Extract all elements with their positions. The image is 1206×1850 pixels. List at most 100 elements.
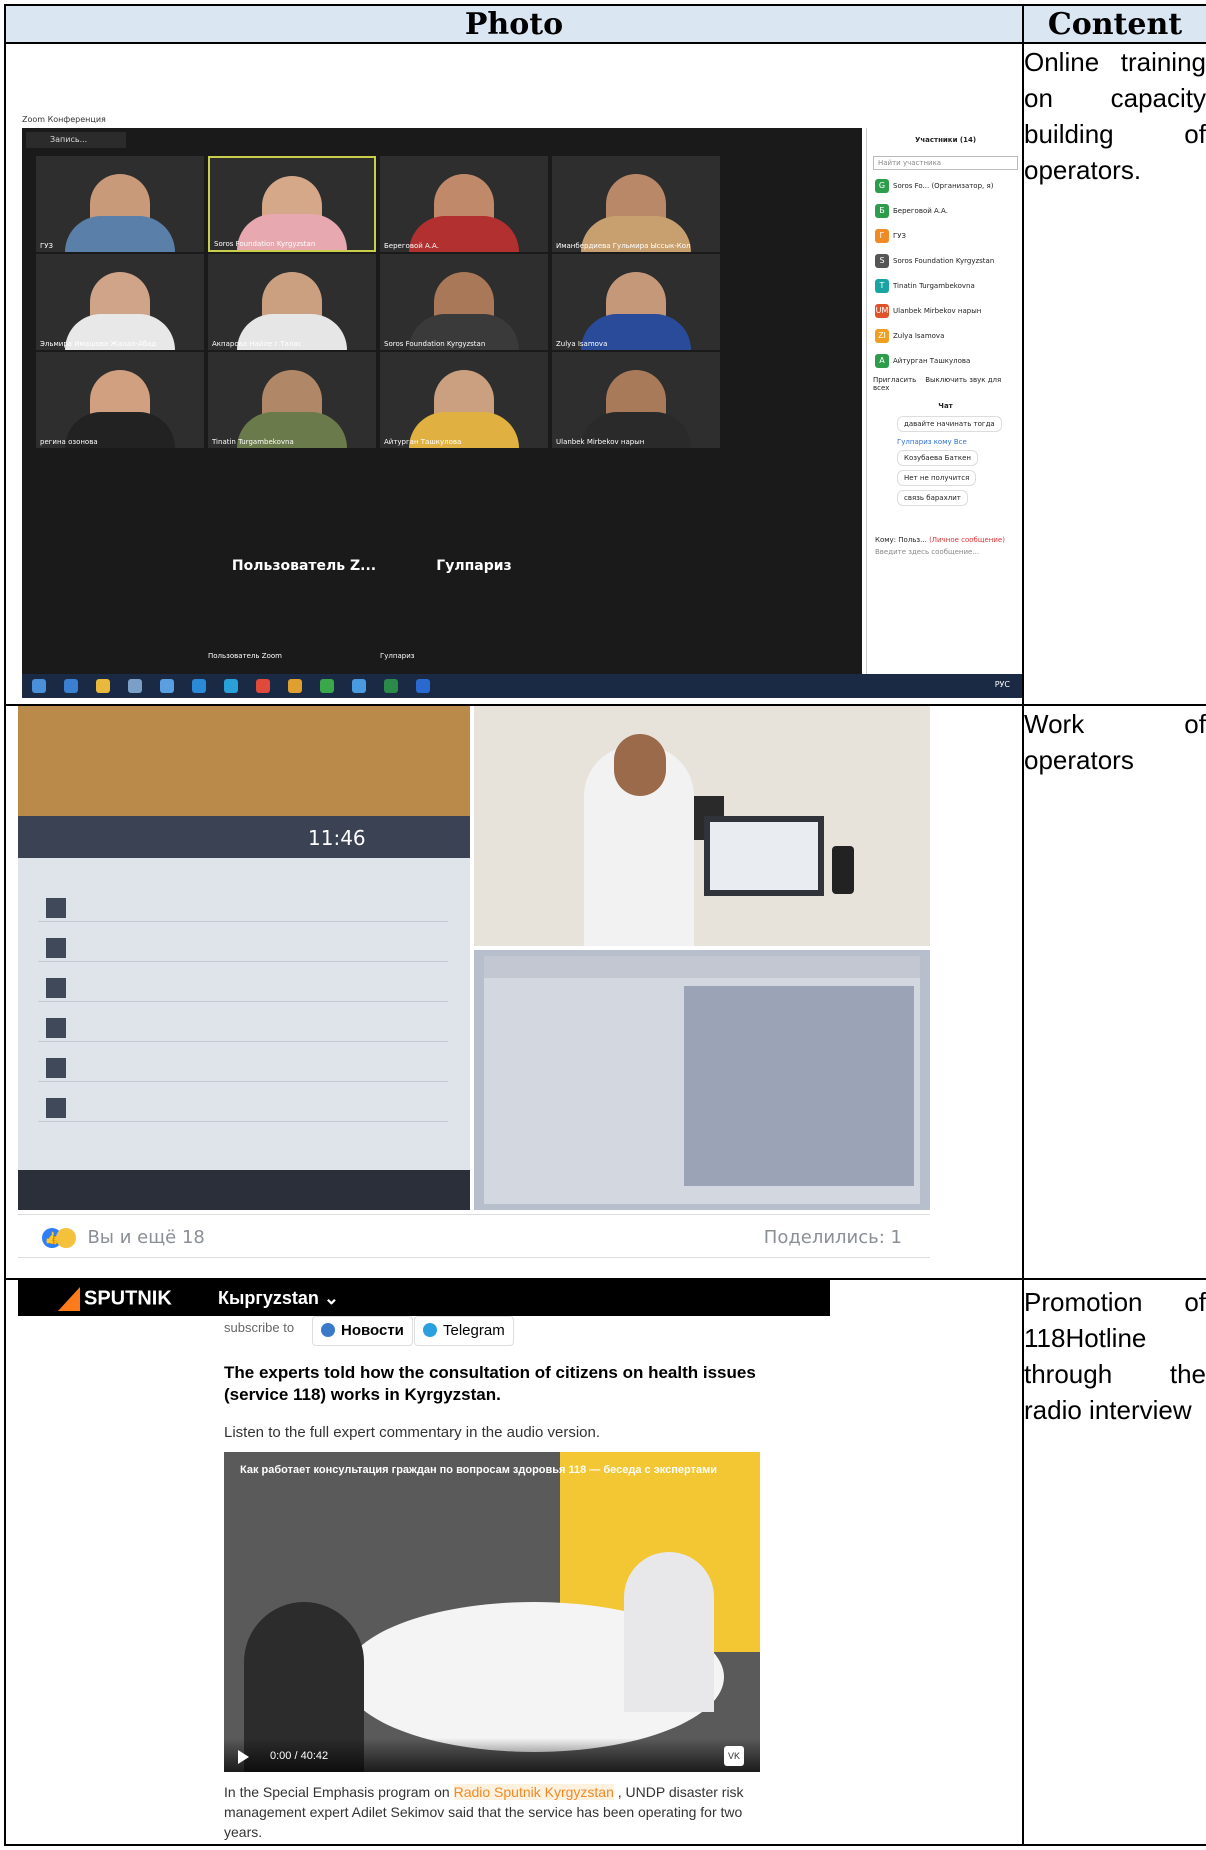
participant-name: Zulya Isamova <box>893 332 945 340</box>
participant-list: G Soros Fo... (Организатор, я) Б Береговой … <box>867 174 1022 374</box>
photo-cell-operators: 11:46 👍 Вы и ещё 18 Поделились: 1 <box>4 704 1024 1280</box>
tile-name: Береговой А.А. <box>384 242 440 250</box>
app-icon[interactable] <box>256 679 270 693</box>
video-tile[interactable]: Эльмира Имашова Жалал-Абад <box>36 254 204 350</box>
language-indicator: РУС <box>994 680 1010 689</box>
chrome-icon[interactable] <box>288 679 302 693</box>
video-controls: 0:00 / 40:42 VK <box>224 1738 760 1772</box>
avatar: ZI <box>875 329 889 343</box>
participant-search-input[interactable]: Найти участника <box>873 156 1018 170</box>
sputnik-header: SPUTNIK Кыргyzstan ⌄ <box>18 1280 830 1316</box>
tile-name: Tinatin Turgambekovna <box>212 438 294 446</box>
avatar: Б <box>875 204 889 218</box>
vk-icon[interactable]: VK <box>724 1746 744 1766</box>
video-tile[interactable]: Tinatin Turgambekovna <box>208 352 376 448</box>
tile-name: ГУЗ <box>40 242 54 250</box>
chrome-icon[interactable] <box>320 679 334 693</box>
folder-icon[interactable] <box>96 679 110 693</box>
gulpariz-small: Гулпариз <box>380 652 415 660</box>
zoom-window-title: Zoom Конференция <box>22 115 106 124</box>
tile-name: Эльмира Имашова Жалал-Абад <box>40 340 157 348</box>
tile-name: Иманбердиева Гульмира Ыссык-Кол <box>556 242 691 250</box>
panel-actions: Пригласить Выключить звук для всех <box>867 374 1022 394</box>
windows-taskbar: РУС <box>22 674 1022 698</box>
chat-message: Козубаева Баткен <box>897 450 978 466</box>
avatar: A <box>875 354 889 368</box>
participant-item[interactable]: Б Береговой А.А. <box>867 199 1022 224</box>
video-player[interactable]: Как работает консультация граждан по воп… <box>224 1452 760 1772</box>
participant-name: Береговой А.А. <box>893 207 949 215</box>
telegram-chip[interactable]: Telegram <box>414 1316 514 1346</box>
private-label: (Личное сообщение) <box>929 536 1005 544</box>
monitor-screen <box>484 956 920 1204</box>
video-tile[interactable]: Soros Foundation Kyrgyzstan <box>380 254 548 350</box>
video-tile[interactable]: Акпарова Найле г.Талас <box>208 254 376 350</box>
list-item <box>38 1016 448 1042</box>
chat-pane <box>684 986 914 1186</box>
participant-name: Айтурган Ташкулова <box>893 357 971 365</box>
participant-name: Soros Foundation Kyrgyzstan <box>893 257 995 265</box>
tile-name: Акпарова Найле г.Талас <box>212 340 302 348</box>
sputnik-logo[interactable]: SPUTNIK <box>58 1287 172 1311</box>
list-item <box>38 896 448 922</box>
subscribe-label: subscribe to <box>224 1320 295 1335</box>
to-label: Кому: <box>875 536 897 544</box>
content-cell: Work of operators <box>1022 704 1206 1280</box>
desk-photo <box>18 706 470 816</box>
chat-recipient[interactable]: Кому: Польз... (Личное сообщение) <box>875 536 1022 544</box>
app-icon[interactable] <box>160 679 174 693</box>
video-title: Как работает консультация граждан по воп… <box>240 1464 717 1476</box>
list-item <box>38 1096 448 1122</box>
invite-button[interactable]: Пригласить <box>873 376 916 384</box>
video-time: 0:00 / 40:42 <box>270 1750 329 1762</box>
video-tile[interactable]: ГУЗ <box>36 156 204 252</box>
radio-link[interactable]: Radio Sputnik Kyrgyzstan <box>453 1784 614 1800</box>
participant-item[interactable]: G Soros Fo... (Организатор, я) <box>867 174 1022 199</box>
operator-monitor-photo <box>474 950 930 1210</box>
news-chip[interactable]: Новости <box>312 1316 413 1346</box>
article-headline: The experts told how the consultation of… <box>224 1363 756 1404</box>
start-icon[interactable] <box>32 679 46 693</box>
zoom-screenshot: Zoom Конференция Запись... ГУЗ Soros Foun… <box>18 112 1022 700</box>
excel-icon[interactable] <box>384 679 398 693</box>
app-icon[interactable] <box>128 679 142 693</box>
video-tile[interactable]: регина озонова <box>36 352 204 448</box>
gulpariz-name: Гулпариз <box>436 558 512 574</box>
love-icon <box>56 1228 76 1248</box>
chat-meta: Гулпариз кому Все <box>897 438 967 446</box>
participant-item[interactable]: S Soros Foundation Kyrgyzstan <box>867 249 1022 274</box>
video-tile[interactable]: Айтурган Ташкулова <box>380 352 548 448</box>
word-icon[interactable] <box>416 679 430 693</box>
app-icon[interactable] <box>64 679 78 693</box>
participant-item[interactable]: A Айтурган Ташкулова <box>867 349 1022 374</box>
list-item <box>38 976 448 1002</box>
list-item <box>38 1056 448 1082</box>
video-tile[interactable]: Ulanbek Mirbekov нарын <box>552 352 720 448</box>
region-selector[interactable]: Кыргyzstan ⌄ <box>218 1288 339 1309</box>
participant-item[interactable]: T Tinatin Turgambekovna <box>867 274 1022 299</box>
reactions[interactable]: 👍 Вы и ещё 18 <box>42 1227 205 1248</box>
video-tile[interactable]: Zulya Isamova <box>552 254 720 350</box>
participant-item[interactable]: UM Ulanbek Mirbekov нарын <box>867 299 1022 324</box>
content-cell: Promotion of 118Hotline through the radi… <box>1022 1278 1206 1846</box>
video-tile[interactable]: Иманбердиева Гульмира Ыссык-Кол <box>552 156 720 252</box>
photo-cell-zoom: Zoom Конференция Запись... ГУЗ Soros Foun… <box>4 42 1024 706</box>
tile-name: Ulanbek Mirbekov нарын <box>556 438 645 446</box>
participant-item[interactable]: ZI Zulya Isamova <box>867 324 1022 349</box>
to-select[interactable]: Польз... <box>898 536 927 544</box>
participant-item[interactable]: Г ГУЗ <box>867 224 1022 249</box>
participants-panel: Участники (14) Найти участника G Soros Fo… <box>866 128 1022 674</box>
video-tile[interactable]: Soros Foundation Kyrgyzstan <box>208 156 376 252</box>
avatar: G <box>875 179 889 193</box>
chat-input[interactable]: Введите здесь сообщение... <box>875 548 1022 556</box>
zoom-icon[interactable] <box>352 679 366 693</box>
video-tile[interactable]: Береговой А.А. <box>380 156 548 252</box>
play-icon[interactable] <box>238 1750 249 1764</box>
chat-message: давайте начинать тогда <box>897 416 1002 432</box>
telegram-icon[interactable] <box>224 679 238 693</box>
tile-name: Soros Foundation Kyrgyzstan <box>214 240 316 248</box>
facebook-footer: 👍 Вы и ещё 18 Поделились: 1 <box>18 1214 930 1258</box>
list-item <box>38 936 448 962</box>
skype-icon[interactable] <box>192 679 206 693</box>
shares-count[interactable]: Поделились: 1 <box>764 1227 902 1248</box>
